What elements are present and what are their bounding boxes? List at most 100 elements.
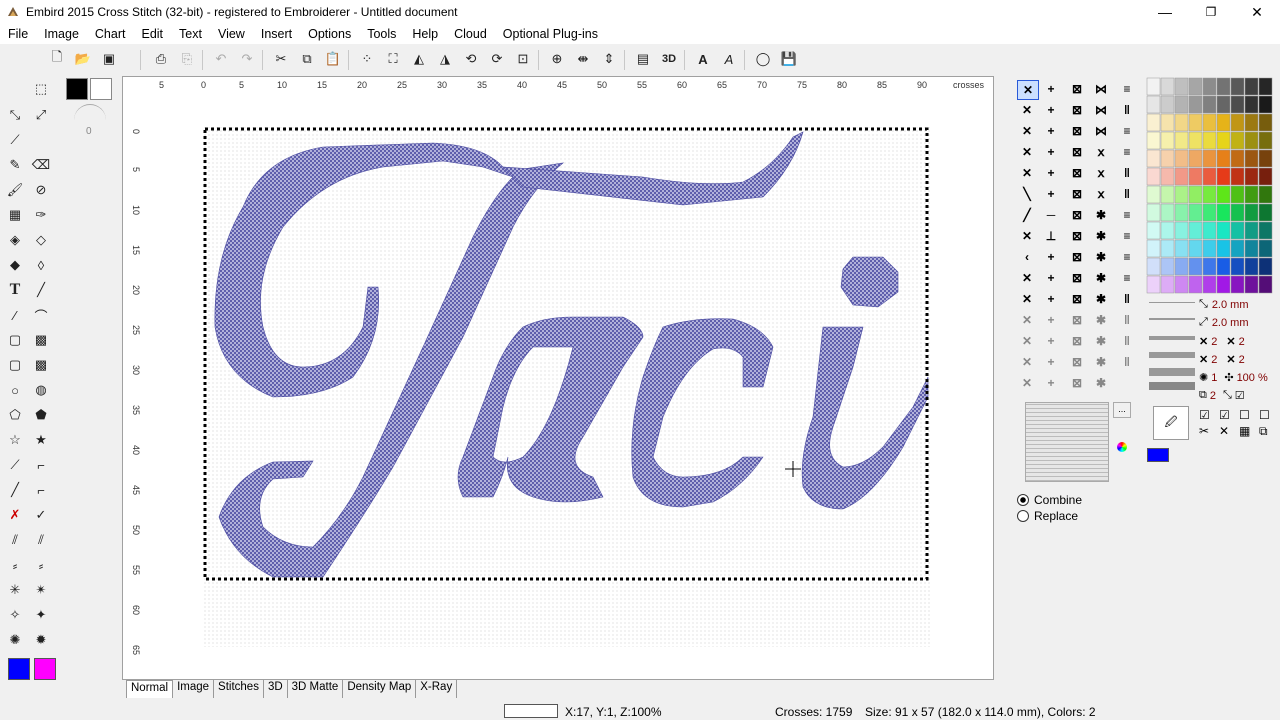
menu-file[interactable]: File <box>0 27 36 41</box>
center-icon[interactable]: ⊕ <box>546 48 568 70</box>
star-filled-icon[interactable]: ★ <box>30 429 52 451</box>
star-icon[interactable]: ☆ <box>4 429 26 451</box>
palette-swatch[interactable] <box>1202 95 1217 114</box>
cross-red-icon[interactable]: ✗ <box>4 504 26 526</box>
plus-stitch-3-icon[interactable]: + <box>1041 122 1061 140</box>
half-count-row[interactable]: ✕ 2 ✕ 2 <box>1199 353 1245 367</box>
palette-grid[interactable] <box>1145 76 1277 296</box>
palette-swatch[interactable] <box>1160 257 1175 276</box>
bars-3-icon[interactable]: ≡ <box>1117 122 1137 140</box>
rounded-rect-icon[interactable]: ▢ <box>4 354 26 376</box>
combine-option[interactable]: Combine <box>1017 493 1082 507</box>
brush-icon[interactable]: 🖌 <box>4 179 26 201</box>
palette-swatch[interactable] <box>1230 239 1245 258</box>
select-all-icon[interactable]: ⛶ <box>382 48 404 70</box>
palette-swatch[interactable] <box>1258 77 1273 96</box>
vertical-bars-2-icon[interactable]: ‖ <box>1117 164 1137 182</box>
asterisk-light-icon[interactable]: ✱ <box>1091 311 1111 329</box>
combine-radio[interactable] <box>1017 494 1029 506</box>
palette-swatch[interactable] <box>1146 221 1161 240</box>
option-check-1[interactable]: ☑ <box>1199 408 1210 422</box>
palette-swatch[interactable] <box>1244 95 1259 114</box>
palette-swatch[interactable] <box>1244 185 1259 204</box>
backstitch-icon[interactable]: ⟋ <box>4 129 26 151</box>
grid-view-icon[interactable]: ▦ <box>1239 424 1250 438</box>
palette-swatch[interactable] <box>1258 221 1273 240</box>
text-icon[interactable]: T <box>4 279 26 301</box>
line-height-row[interactable]: ⤢ 2.0 mm <box>1199 316 1249 329</box>
palette-swatch[interactable] <box>1146 113 1161 132</box>
bars-half-icon[interactable]: ‖ <box>1117 185 1137 203</box>
menu-image[interactable]: Image <box>36 27 87 41</box>
menu-optional-plugins[interactable]: Optional Plug-ins <box>495 27 606 41</box>
palette-swatch[interactable] <box>1216 95 1231 114</box>
palette-swatch[interactable] <box>1230 167 1245 186</box>
menu-view[interactable]: View <box>210 27 253 41</box>
full-cross-stitch-icon[interactable]: ✕ <box>1017 80 1039 100</box>
polygon-icon[interactable]: ⬠ <box>4 404 26 426</box>
quarter-stitch-5-icon[interactable]: ✕ <box>1017 311 1037 329</box>
bars-6-icon[interactable]: ≡ <box>1117 227 1137 245</box>
plus-light-2-icon[interactable]: + <box>1041 332 1061 350</box>
palette-swatch[interactable] <box>1244 257 1259 276</box>
bars-9-icon[interactable]: ‖ <box>1117 290 1137 308</box>
palette-swatch[interactable] <box>1146 77 1161 96</box>
palette-swatch[interactable] <box>1146 239 1161 258</box>
palette-swatch[interactable] <box>1216 167 1231 186</box>
tab-density-map[interactable]: Density Map <box>343 680 417 698</box>
new-document-icon[interactable]: 🗋 <box>46 48 68 70</box>
menu-help[interactable]: Help <box>404 27 446 41</box>
palette-swatch[interactable] <box>1230 149 1245 168</box>
asterisk-light-3-icon[interactable]: ✱ <box>1091 353 1111 371</box>
layers-view-icon[interactable]: ⧉ <box>1259 424 1268 439</box>
palette-swatch[interactable] <box>1216 131 1231 150</box>
palette-swatch[interactable] <box>1188 221 1203 240</box>
asterisk-icon[interactable]: ✱ <box>1091 206 1111 224</box>
palette-swatch[interactable] <box>1188 275 1203 294</box>
tab-x-ray[interactable]: X-Ray <box>416 680 458 698</box>
copy-icon[interactable]: ⧉ <box>296 48 318 70</box>
asterisk-3-icon[interactable]: ✱ <box>1091 248 1111 266</box>
sparkle-icon[interactable]: ✧ <box>4 604 26 626</box>
bars-5-icon[interactable]: ≡ <box>1117 206 1137 224</box>
save-disk-icon[interactable]: 💾 <box>778 48 800 70</box>
color-palette[interactable] <box>1145 76 1277 296</box>
print-preview-icon[interactable]: ⎘ <box>176 48 198 70</box>
palette-swatch[interactable] <box>1216 221 1231 240</box>
herringbone-3-icon[interactable]: ⋈ <box>1091 122 1111 140</box>
burst-icon[interactable]: ✺ <box>4 629 26 651</box>
asterisk-light-2-icon[interactable]: ✱ <box>1091 332 1111 350</box>
palette-swatch[interactable] <box>1188 149 1203 168</box>
palette-swatch[interactable] <box>1258 167 1273 186</box>
star-light-icon[interactable]: ⊠ <box>1067 311 1087 329</box>
star-alt-4-icon[interactable]: ⊠ <box>1067 269 1087 287</box>
palette-swatch[interactable] <box>1160 275 1175 294</box>
bead-icon[interactable]: ✴ <box>30 579 52 601</box>
asterisk-light-4-icon[interactable]: ✱ <box>1091 374 1111 392</box>
palette-swatch[interactable] <box>1188 167 1203 186</box>
menu-insert[interactable]: Insert <box>253 27 300 41</box>
plus-half-icon[interactable]: + <box>1041 185 1061 203</box>
palette-swatch[interactable] <box>1202 275 1217 294</box>
spray-icon[interactable]: ✑ <box>30 204 52 226</box>
tab-3d[interactable]: 3D <box>264 680 288 698</box>
quarter-stitch-8-icon[interactable]: ✕ <box>1017 374 1037 392</box>
palette-swatch[interactable] <box>1188 113 1203 132</box>
eraser-icon[interactable]: ⌫ <box>30 154 52 176</box>
save-icon[interactable]: ▣ <box>98 48 120 70</box>
zigzag-alt-icon[interactable]: ⸗ <box>30 554 52 576</box>
open-folder-icon[interactable]: 📂 <box>72 48 94 70</box>
preview-icon[interactable]: ▤ <box>632 48 654 70</box>
quarter-stitch-2-icon[interactable]: ‹ <box>1017 248 1037 266</box>
palette-swatch[interactable] <box>1146 131 1161 150</box>
text-effect-icon[interactable]: A <box>718 48 740 70</box>
check-icon[interactable]: ☑ <box>1235 389 1245 402</box>
palette-swatch[interactable] <box>1188 185 1203 204</box>
close-button[interactable]: ✕ <box>1234 0 1280 24</box>
plus-stitch-5-icon[interactable]: + <box>1041 164 1061 182</box>
menu-tools[interactable]: Tools <box>359 27 404 41</box>
palette-swatch[interactable] <box>1230 95 1245 114</box>
bars-light-2-icon[interactable]: ‖ <box>1117 332 1137 350</box>
line-sample-6[interactable] <box>1149 382 1195 390</box>
star-light-2-icon[interactable]: ⊠ <box>1067 332 1087 350</box>
